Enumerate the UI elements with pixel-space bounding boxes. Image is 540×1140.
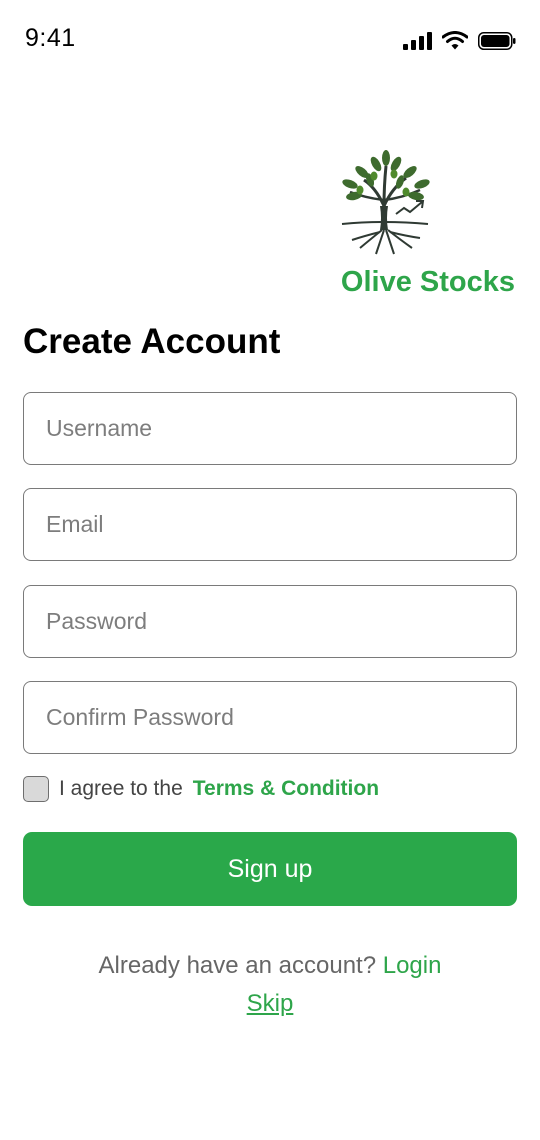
battery-icon <box>478 31 516 50</box>
login-row: Already have an account? Login <box>0 952 540 980</box>
signal-icon <box>403 31 432 50</box>
status-icons <box>403 31 516 50</box>
login-prompt: Already have an account? <box>98 952 383 979</box>
email-field[interactable] <box>23 488 517 561</box>
terms-checkbox[interactable] <box>23 776 49 802</box>
status-bar: 9:41 <box>0 0 540 70</box>
terms-prefix: I agree to the <box>59 777 183 800</box>
terms-row: I agree to the Terms & Condition <box>23 776 379 802</box>
sign-up-button[interactable]: Sign up <box>23 832 517 906</box>
confirm-password-field[interactable] <box>23 681 517 754</box>
status-time: 9:41 <box>25 24 76 52</box>
skip-link[interactable]: Skip <box>0 990 540 1018</box>
page-title: Create Account <box>23 322 281 361</box>
wifi-icon <box>442 31 468 50</box>
olive-tree-logo-icon <box>336 148 436 258</box>
password-field[interactable] <box>23 585 517 658</box>
username-field[interactable] <box>23 392 517 465</box>
terms-link[interactable]: Terms & Condition <box>193 777 379 801</box>
login-link[interactable]: Login <box>383 952 442 979</box>
brand-name: Olive Stocks <box>340 266 515 298</box>
